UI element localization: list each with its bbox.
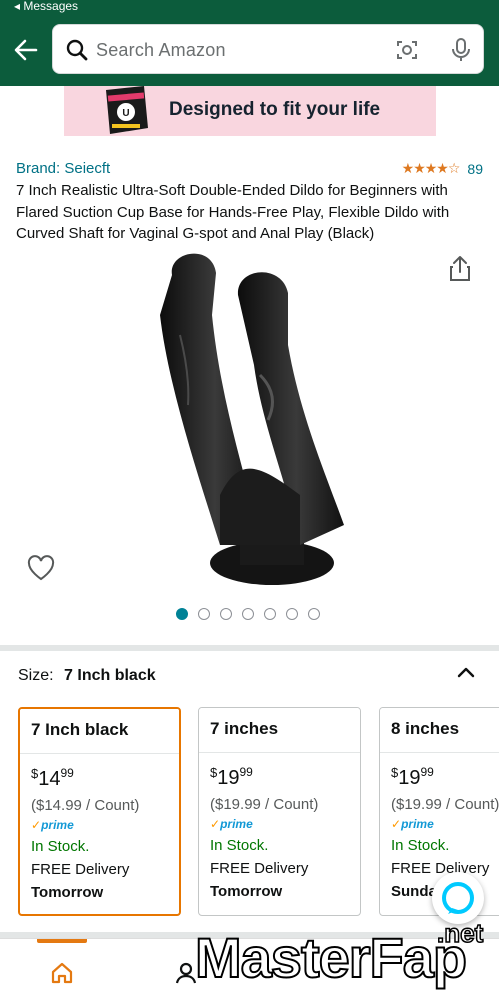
rating-count: 89 xyxy=(467,160,483,177)
variant-unit-price: ($19.99 / Count) xyxy=(391,796,499,813)
product-image[interactable] xyxy=(150,245,350,590)
prime-badge: ✓prime xyxy=(31,818,74,832)
carousel-dot[interactable] xyxy=(264,608,276,620)
back-arrow-icon[interactable] xyxy=(12,36,40,64)
size-selector-header: Size: 7 Inch black xyxy=(18,667,156,685)
variant-card-7-inches[interactable]: 7 inches $1999 ($19.99 / Count) ✓prime I… xyxy=(198,707,361,916)
alexa-button[interactable] xyxy=(432,872,484,924)
variant-price: $1499 xyxy=(31,766,74,790)
banner-text: Designed to fit your life xyxy=(169,99,381,120)
carousel-dot[interactable] xyxy=(220,608,232,620)
sponsored-banner[interactable]: U Designed to fit your life xyxy=(64,86,436,136)
variant-stock: In Stock. xyxy=(31,838,90,855)
variant-name: 8 inches xyxy=(380,708,499,753)
variant-card-7-inch-black[interactable]: 7 Inch black $1499 ($14.99 / Count) ✓pri… xyxy=(18,707,181,916)
size-label: Size: xyxy=(18,667,54,684)
carousel-dot[interactable] xyxy=(286,608,298,620)
share-icon[interactable] xyxy=(448,254,472,287)
rating-stars: ★★★★☆ xyxy=(401,160,461,176)
variant-stock: In Stock. xyxy=(391,837,450,854)
status-bar: ◂ Messages xyxy=(0,0,499,14)
microphone-icon[interactable] xyxy=(449,37,473,68)
prime-badge: ✓prime xyxy=(210,817,253,831)
variant-unit-price: ($14.99 / Count) xyxy=(31,797,140,814)
carousel-dot[interactable] xyxy=(242,608,254,620)
watermark-text: MasterFap xyxy=(194,925,468,990)
search-icon xyxy=(65,38,89,67)
carousel-dot[interactable] xyxy=(198,608,210,620)
carousel-dot[interactable] xyxy=(308,608,320,620)
chevron-up-icon[interactable] xyxy=(456,663,476,688)
header: Search Amazon xyxy=(0,14,499,86)
carousel-dot[interactable] xyxy=(176,608,188,620)
variant-delivery-day: Tomorrow xyxy=(210,883,283,900)
image-carousel-dots xyxy=(176,608,320,620)
variant-delivery: FREE Delivery xyxy=(210,860,309,877)
variant-unit-price: ($19.99 / Count) xyxy=(210,796,319,813)
svg-text:U: U xyxy=(122,108,129,119)
active-tab-indicator xyxy=(37,939,87,943)
variant-price: $1999 xyxy=(210,765,253,789)
back-to-messages-link[interactable]: ◂ Messages xyxy=(14,0,78,13)
watermark-suffix: .net xyxy=(436,917,484,949)
rating[interactable]: ★★★★☆ 89 xyxy=(402,160,483,177)
prime-badge: ✓prime xyxy=(391,817,434,831)
heart-icon[interactable] xyxy=(27,555,55,586)
product-title: 7 Inch Realistic Ultra-Soft Double-Ended… xyxy=(16,182,450,242)
banner-product-image: U xyxy=(98,86,150,136)
brand-link[interactable]: Brand: Seiecft xyxy=(16,160,110,177)
variant-stock: In Stock. xyxy=(210,837,269,854)
variant-delivery-day: Tomorrow xyxy=(31,884,104,901)
variant-name: 7 Inch black xyxy=(20,709,179,754)
search-input[interactable]: Search Amazon xyxy=(52,24,484,74)
size-selected-value: 7 Inch black xyxy=(64,667,156,684)
section-divider xyxy=(0,645,499,651)
variant-delivery: FREE Delivery xyxy=(31,861,130,878)
home-icon[interactable] xyxy=(50,961,74,990)
variant-price: $1999 xyxy=(391,765,434,789)
camera-scan-icon[interactable] xyxy=(395,38,419,67)
search-placeholder: Search Amazon xyxy=(96,40,226,60)
variant-name: 7 inches xyxy=(199,708,360,753)
